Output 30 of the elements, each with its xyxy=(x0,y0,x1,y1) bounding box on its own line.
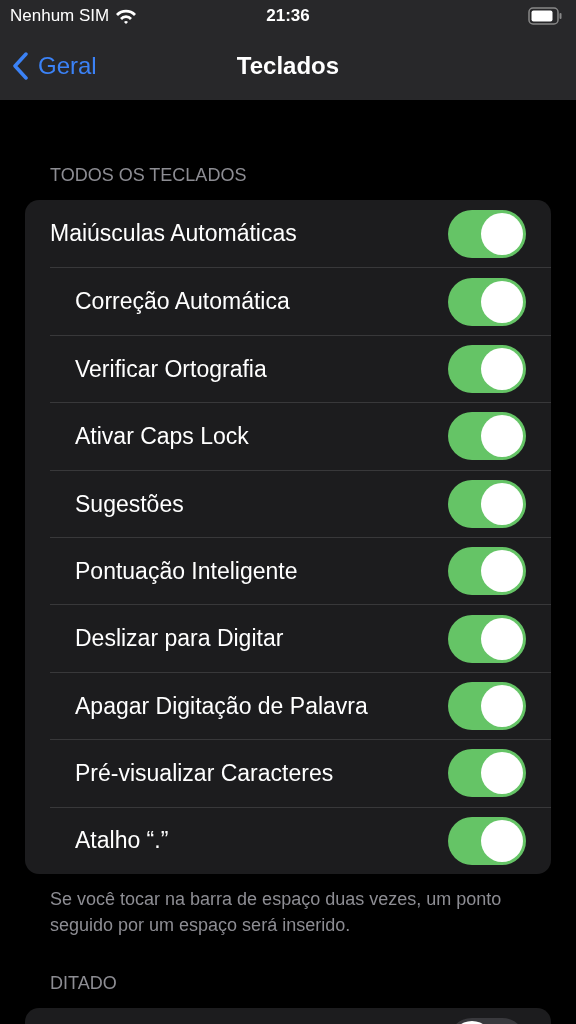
section-footer: Se você tocar na barra de espaço duas vezes, um ponto seguido por um espaço será inserido. xyxy=(25,873,551,938)
toggle-switch[interactable] xyxy=(448,412,526,461)
setting-label: Pontuação Inteligente xyxy=(75,556,298,586)
toggle-switch[interactable] xyxy=(448,681,526,730)
section-header: TODOS OS TECLADOS xyxy=(49,164,248,187)
back-button[interactable]: Geral xyxy=(12,48,97,84)
setting-label: Maiúsculas Automáticas xyxy=(50,219,297,249)
toggle-switch[interactable] xyxy=(448,209,526,258)
page-title: Teclados xyxy=(236,51,340,81)
setting-label: Pré-visualizar Caracteres xyxy=(75,759,334,789)
chevron-left-icon xyxy=(12,52,28,80)
setting-label: Correção Automática xyxy=(75,287,290,317)
toggle-switch[interactable] xyxy=(448,344,526,393)
toggle-switch[interactable] xyxy=(448,277,526,326)
toggle-switch[interactable] xyxy=(448,479,526,528)
setting-label: Atalho “.” xyxy=(75,826,169,856)
setting-label: Ativar Caps Lock xyxy=(75,422,249,452)
toggle-switch[interactable] xyxy=(448,749,526,798)
battery-icon xyxy=(528,7,562,25)
setting-label: Deslizar para Digitar xyxy=(75,624,284,654)
clock-text: 21:36 xyxy=(266,5,310,28)
carrier-text: Nenhum SIM xyxy=(10,5,110,28)
toggle-switch[interactable] xyxy=(448,816,526,865)
setting-label: Apagar Digitação de Palavra xyxy=(75,691,368,721)
toggle-switch[interactable] xyxy=(448,614,526,663)
setting-label: Verificar Ortografia xyxy=(75,354,267,384)
wifi-icon xyxy=(115,8,138,24)
section-header: DITADO xyxy=(49,971,118,995)
setting-label: Sugestões xyxy=(75,489,184,519)
toggle-switch[interactable] xyxy=(448,547,526,596)
